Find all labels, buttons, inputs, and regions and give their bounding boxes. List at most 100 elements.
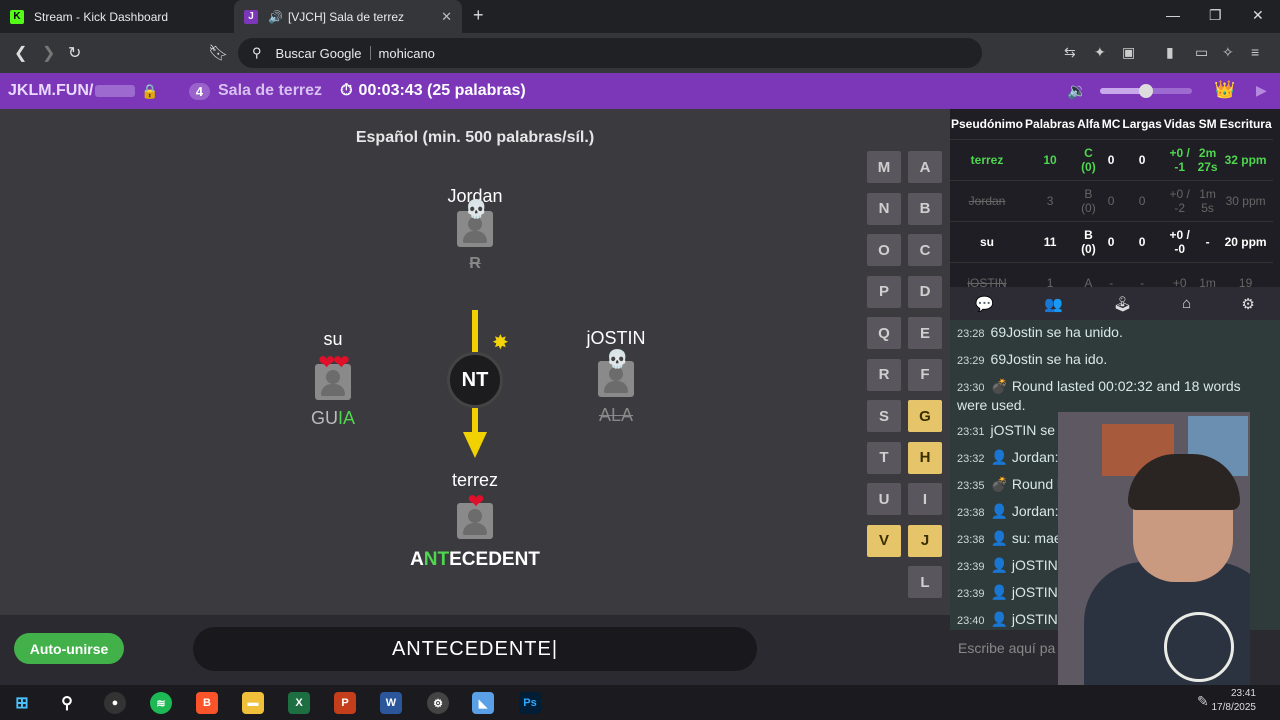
audio-icon: 🔊 bbox=[268, 9, 283, 24]
auto-join-button[interactable]: Auto-unirse bbox=[14, 633, 124, 664]
clock-date: 17/8/2025 bbox=[1211, 702, 1257, 713]
home-icon[interactable]: ⌂ bbox=[1182, 295, 1191, 312]
pen-icon[interactable]: ✎ bbox=[1197, 693, 1209, 710]
last-word: ALA bbox=[598, 405, 634, 425]
address-toolbar: ❮ ❯ ↻ 🔖︎ ⚲ Buscar Google mohicano ⇆ ✦ ▣ … bbox=[0, 33, 1280, 73]
leo-icon[interactable]: ✧ bbox=[1222, 44, 1234, 61]
letter-tile: U bbox=[867, 483, 901, 515]
players-icon[interactable]: 👥 bbox=[1044, 295, 1063, 313]
menu-icon[interactable]: ≡ bbox=[1251, 44, 1259, 60]
room-code-hidden bbox=[95, 85, 136, 97]
system-clock[interactable]: 23:41 17/8/2025 bbox=[1212, 687, 1257, 715]
site-name[interactable]: JKLM.FUN/ bbox=[0, 82, 93, 100]
windows-taskbar: ⊞ ⚲ ● ≋ B ▬ X P W ⚙ ◣ Ps ✎ 23:41 17/8/20… bbox=[0, 685, 1280, 720]
app-icon[interactable]: ◣ bbox=[472, 692, 494, 714]
back-icon[interactable]: ❮ bbox=[14, 43, 27, 63]
letter-tile: Q bbox=[867, 317, 901, 349]
column-header[interactable]: Largas bbox=[1121, 109, 1162, 139]
room-name: Sala de terrez bbox=[218, 82, 323, 99]
wallet-icon[interactable]: ▭ bbox=[1195, 44, 1208, 61]
message-time: 23:32 bbox=[957, 453, 985, 465]
last-word: GUIA bbox=[310, 408, 355, 428]
windows-start-icon[interactable]: ⊞ bbox=[11, 692, 33, 714]
volume-knob[interactable] bbox=[1139, 84, 1153, 98]
crown-icon[interactable]: 👑 bbox=[1214, 80, 1235, 100]
message-time: 23:38 bbox=[957, 507, 985, 519]
brave-icon[interactable]: B bbox=[196, 692, 218, 714]
search-icon: ⚲ bbox=[252, 45, 262, 60]
stats-table: Pseudónimo Palabras Alfa MC Largas Vidas SM Esc… bbox=[950, 109, 1280, 287]
player-name: jOSTIN bbox=[586, 328, 646, 348]
table-cell: - bbox=[1100, 261, 1122, 287]
new-tab-button[interactable]: + bbox=[473, 5, 484, 26]
column-header[interactable]: Alfa bbox=[1076, 109, 1101, 139]
forward-icon[interactable]: ❯ bbox=[42, 43, 55, 63]
table-cell: 19 bbox=[1218, 261, 1273, 287]
sidebar-icon[interactable]: ▮ bbox=[1166, 44, 1174, 61]
chat-message: 23:30 💣 Round lasted 00:02:32 and 18 word… bbox=[957, 378, 1273, 414]
bookmark-icon[interactable]: 🔖︎ bbox=[208, 43, 228, 63]
column-header[interactable]: Palabras bbox=[1024, 109, 1076, 139]
tab-title: Stream - Kick Dashboard bbox=[34, 9, 169, 24]
clock-time: 23:41 bbox=[1230, 688, 1256, 699]
volume-slider[interactable] bbox=[1100, 84, 1192, 98]
word-input[interactable]: ANTECEDENTE| bbox=[193, 627, 757, 671]
table-cell: +0 / -2 bbox=[1162, 179, 1197, 221]
file-explorer-icon[interactable]: ▬ bbox=[242, 692, 264, 714]
letter-tile: A bbox=[908, 151, 942, 183]
photoshop-icon[interactable]: Ps bbox=[519, 692, 541, 714]
play-icon[interactable]: ▶ bbox=[1256, 82, 1267, 99]
tab-kick-dashboard[interactable]: K Stream - Kick Dashboard bbox=[0, 0, 232, 33]
game-top-bar: JKLM.FUN/ 🔒 4 Sala de terrez ⏱ 00:03:43 … bbox=[0, 73, 1280, 109]
letter-tile: S bbox=[867, 400, 901, 432]
column-header[interactable]: SM bbox=[1197, 109, 1219, 139]
divider bbox=[369, 46, 371, 60]
minimize-button[interactable]: — bbox=[1166, 7, 1180, 23]
message-text: 👤 jOSTIN: bbox=[990, 557, 1062, 573]
joystick-icon[interactable]: 🕹 bbox=[1113, 295, 1132, 313]
player-jostin: jOSTIN 💀 ALA bbox=[541, 328, 691, 426]
table-row: su 11 B (0) 0 0 +0 / -0-20 ppm bbox=[950, 220, 1273, 262]
letter-tile: E bbox=[908, 317, 942, 349]
word-icon[interactable]: W bbox=[380, 692, 402, 714]
table-cell: 0 bbox=[1121, 220, 1163, 262]
column-header[interactable]: Pseudónimo bbox=[950, 109, 1024, 139]
letter-tile: I bbox=[908, 483, 942, 515]
restore-button[interactable]: ❐ bbox=[1209, 7, 1222, 24]
screenshot-icon[interactable]: ▣ bbox=[1122, 44, 1135, 61]
letter-tile: L bbox=[908, 566, 942, 598]
skull-icon: 💀 bbox=[465, 199, 488, 219]
close-window-button[interactable]: ✕ bbox=[1252, 7, 1264, 24]
settings-icon[interactable]: ⚙ bbox=[1241, 295, 1254, 313]
omnibox[interactable]: ⚲ Buscar Google mohicano bbox=[238, 38, 982, 68]
message-text: 👤 Jordan: bbox=[990, 503, 1059, 519]
spotify-icon[interactable]: ≋ bbox=[150, 692, 172, 714]
table-cell: +0 / -0 bbox=[1162, 220, 1197, 262]
table-row: terrez 10 C (0) 0 0 +0 / -1 2m 27s 32 ppm bbox=[950, 138, 1273, 180]
lock-icon: 🔒 bbox=[141, 82, 159, 99]
letter-tile: H bbox=[908, 441, 942, 474]
obs-icon[interactable]: ● bbox=[104, 692, 126, 714]
volume-icon[interactable]: 🔉 bbox=[1067, 81, 1087, 101]
column-header[interactable]: Vidas bbox=[1163, 109, 1197, 139]
extensions-icon[interactable]: ✦ bbox=[1094, 44, 1106, 61]
skull-icon: 💀 bbox=[606, 349, 629, 369]
hearts-icon: ❤❤ bbox=[318, 352, 350, 374]
message-text: 👤 jOSTIN: bbox=[990, 584, 1062, 600]
search-icon[interactable]: ⚲ bbox=[56, 692, 78, 714]
letter-tile: B bbox=[908, 192, 942, 225]
reload-icon[interactable]: ↻ bbox=[68, 43, 81, 63]
stopwatch-icon: ⏱ bbox=[340, 82, 353, 99]
column-header[interactable]: MC bbox=[1101, 109, 1122, 139]
close-tab-icon[interactable]: ✕ bbox=[441, 9, 452, 25]
letter-tile: N bbox=[867, 192, 901, 225]
column-header[interactable]: Escritura bbox=[1219, 109, 1273, 139]
tab-jklm-room[interactable]: J 🔊 [VJCH] Sala de terrez ✕ bbox=[234, 0, 462, 33]
input-bar: Auto-unirse ANTECEDENTE| bbox=[0, 615, 950, 685]
settings-app-icon[interactable]: ⚙ bbox=[427, 692, 449, 714]
chat-icon[interactable]: 💬 bbox=[975, 295, 994, 313]
table-cell: 0 bbox=[1100, 179, 1122, 221]
translate-icon[interactable]: ⇆ bbox=[1064, 44, 1076, 61]
excel-icon[interactable]: X bbox=[288, 692, 310, 714]
powerpoint-icon[interactable]: P bbox=[334, 692, 356, 714]
